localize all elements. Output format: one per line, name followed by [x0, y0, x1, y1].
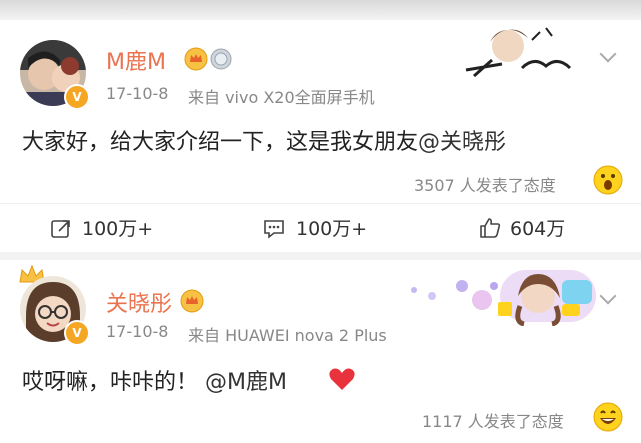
reply-timestamp: 17-10-8 — [106, 322, 169, 341]
repost-count: 100万+ — [82, 218, 154, 240]
reactions-summary[interactable]: 3507 人发表了态度 — [414, 172, 556, 196]
crown-member-icon — [180, 289, 204, 317]
top-strip — [0, 0, 641, 20]
reply-card: V 关晓彤 17-10-8 来自 HUAWEI nova 2 Plus 哎呀嘛，… — [0, 260, 641, 443]
thumbs-up-icon — [478, 216, 502, 244]
mention-link[interactable]: @关晓彤 — [418, 130, 506, 155]
heart-icon — [328, 366, 356, 396]
laughing-emoji-icon — [593, 402, 623, 436]
action-bar: 100万+ 100万+ 604万 — [0, 204, 641, 250]
comment-button[interactable]: 100万+ — [262, 214, 392, 242]
decoration-card-icon — [410, 266, 600, 327]
chevron-down-icon[interactable] — [599, 287, 617, 305]
decoration-sticker-icon — [462, 20, 582, 80]
comment-icon — [262, 218, 286, 244]
repost-icon — [50, 218, 72, 244]
post-source[interactable]: 来自 vivo X20全面屏手机 — [188, 84, 375, 108]
surprised-emoji-icon — [593, 165, 623, 199]
post-card: V M鹿M 17-10-8 来自 vivo X20全面屏手机 大家好，给大家介绍… — [0, 20, 641, 220]
post-content: 大家好，给大家介绍一下，这是我女朋友@关晓彤 — [22, 124, 506, 156]
section-separator — [0, 252, 641, 260]
reactions-summary[interactable]: 1117 人发表了态度 — [422, 408, 564, 432]
reply-source[interactable]: 来自 HUAWEI nova 2 Plus — [188, 322, 387, 346]
verified-badge-icon: V — [64, 320, 90, 346]
reply-username[interactable]: 关晓彤 — [106, 286, 172, 318]
chevron-down-icon[interactable] — [599, 45, 617, 63]
reply-text: 哎呀嘛，咔咔的！ — [22, 370, 199, 395]
post-timestamp: 17-10-8 — [106, 84, 169, 103]
repost-button[interactable]: 100万+ — [50, 214, 180, 242]
crown-member-icon — [184, 47, 208, 75]
post-username[interactable]: M鹿M — [106, 44, 166, 76]
like-button[interactable]: 604万 — [478, 214, 588, 242]
verified-badge-icon: V — [64, 84, 90, 110]
reply-content: 哎呀嘛，咔咔的！ @M鹿M — [22, 364, 287, 396]
like-count: 604万 — [510, 218, 566, 240]
medal-icon — [210, 48, 232, 74]
comment-count: 100万+ — [296, 218, 368, 240]
mention-link[interactable]: @M鹿M — [205, 370, 287, 395]
post-text: 大家好，给大家介绍一下，这是我女朋友 — [22, 130, 419, 155]
